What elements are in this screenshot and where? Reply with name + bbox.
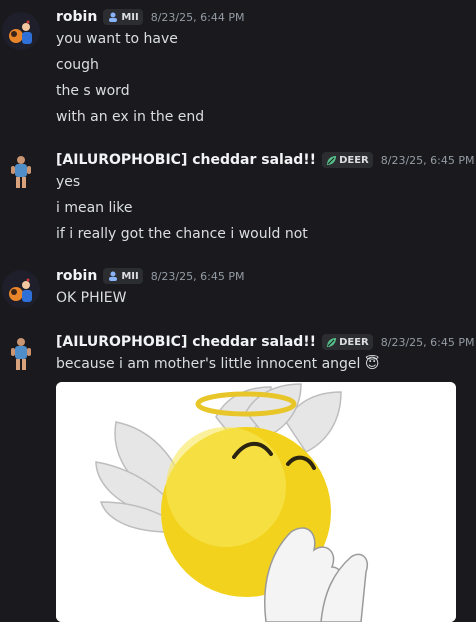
avatar-robin[interactable] [2, 12, 40, 50]
role-tag-label: DEER [339, 154, 369, 166]
message-line: cough [56, 57, 99, 73]
message-line: yes [56, 174, 81, 190]
message-line: because i am mother's little innocent an… [56, 356, 379, 372]
angel-emoji: 😇 [364, 356, 380, 372]
author-name[interactable]: [AILUROPHOBIC] cheddar salad!! [56, 152, 316, 168]
message-text: because i am mother's little innocent an… [56, 356, 361, 372]
timestamp[interactable]: 8/23/25, 6:45 PM [381, 154, 475, 167]
timestamp[interactable]: 8/23/25, 6:45 PM [151, 270, 245, 283]
role-tag-label: MII [121, 270, 139, 282]
angel-emoji-gif [56, 382, 456, 622]
avatar-cheddar-salad[interactable] [2, 152, 40, 190]
message-line: if i really got the chance i would not [56, 226, 308, 242]
author-name[interactable]: robin [56, 9, 97, 25]
message-line: the s word [56, 83, 130, 99]
role-tag-label: DEER [339, 336, 369, 348]
author-name[interactable]: [AILUROPHOBIC] cheddar salad!! [56, 334, 316, 350]
role-tag[interactable]: DEER [322, 152, 373, 168]
avatar-cheddar-salad[interactable] [2, 334, 40, 372]
gif-attachment[interactable] [56, 382, 456, 622]
message-line: OK PHIEW [56, 290, 127, 306]
timestamp[interactable]: 8/23/25, 6:44 PM [151, 11, 245, 24]
leaf-icon [327, 155, 337, 165]
avatar-robin[interactable] [2, 270, 40, 308]
timestamp[interactable]: 8/23/25, 6:45 PM [381, 336, 475, 349]
role-tag[interactable]: MII [103, 9, 143, 25]
role-tag-label: MII [121, 11, 139, 23]
message-line: with an ex in the end [56, 109, 205, 125]
role-tag[interactable]: MII [103, 268, 143, 284]
role-tag[interactable]: DEER [322, 334, 373, 350]
mii-icon [109, 271, 118, 281]
message-line: you want to have [56, 31, 178, 47]
leaf-icon [327, 337, 337, 347]
mii-icon [109, 12, 118, 22]
message-line: i mean like [56, 200, 133, 216]
author-name[interactable]: robin [56, 268, 97, 284]
